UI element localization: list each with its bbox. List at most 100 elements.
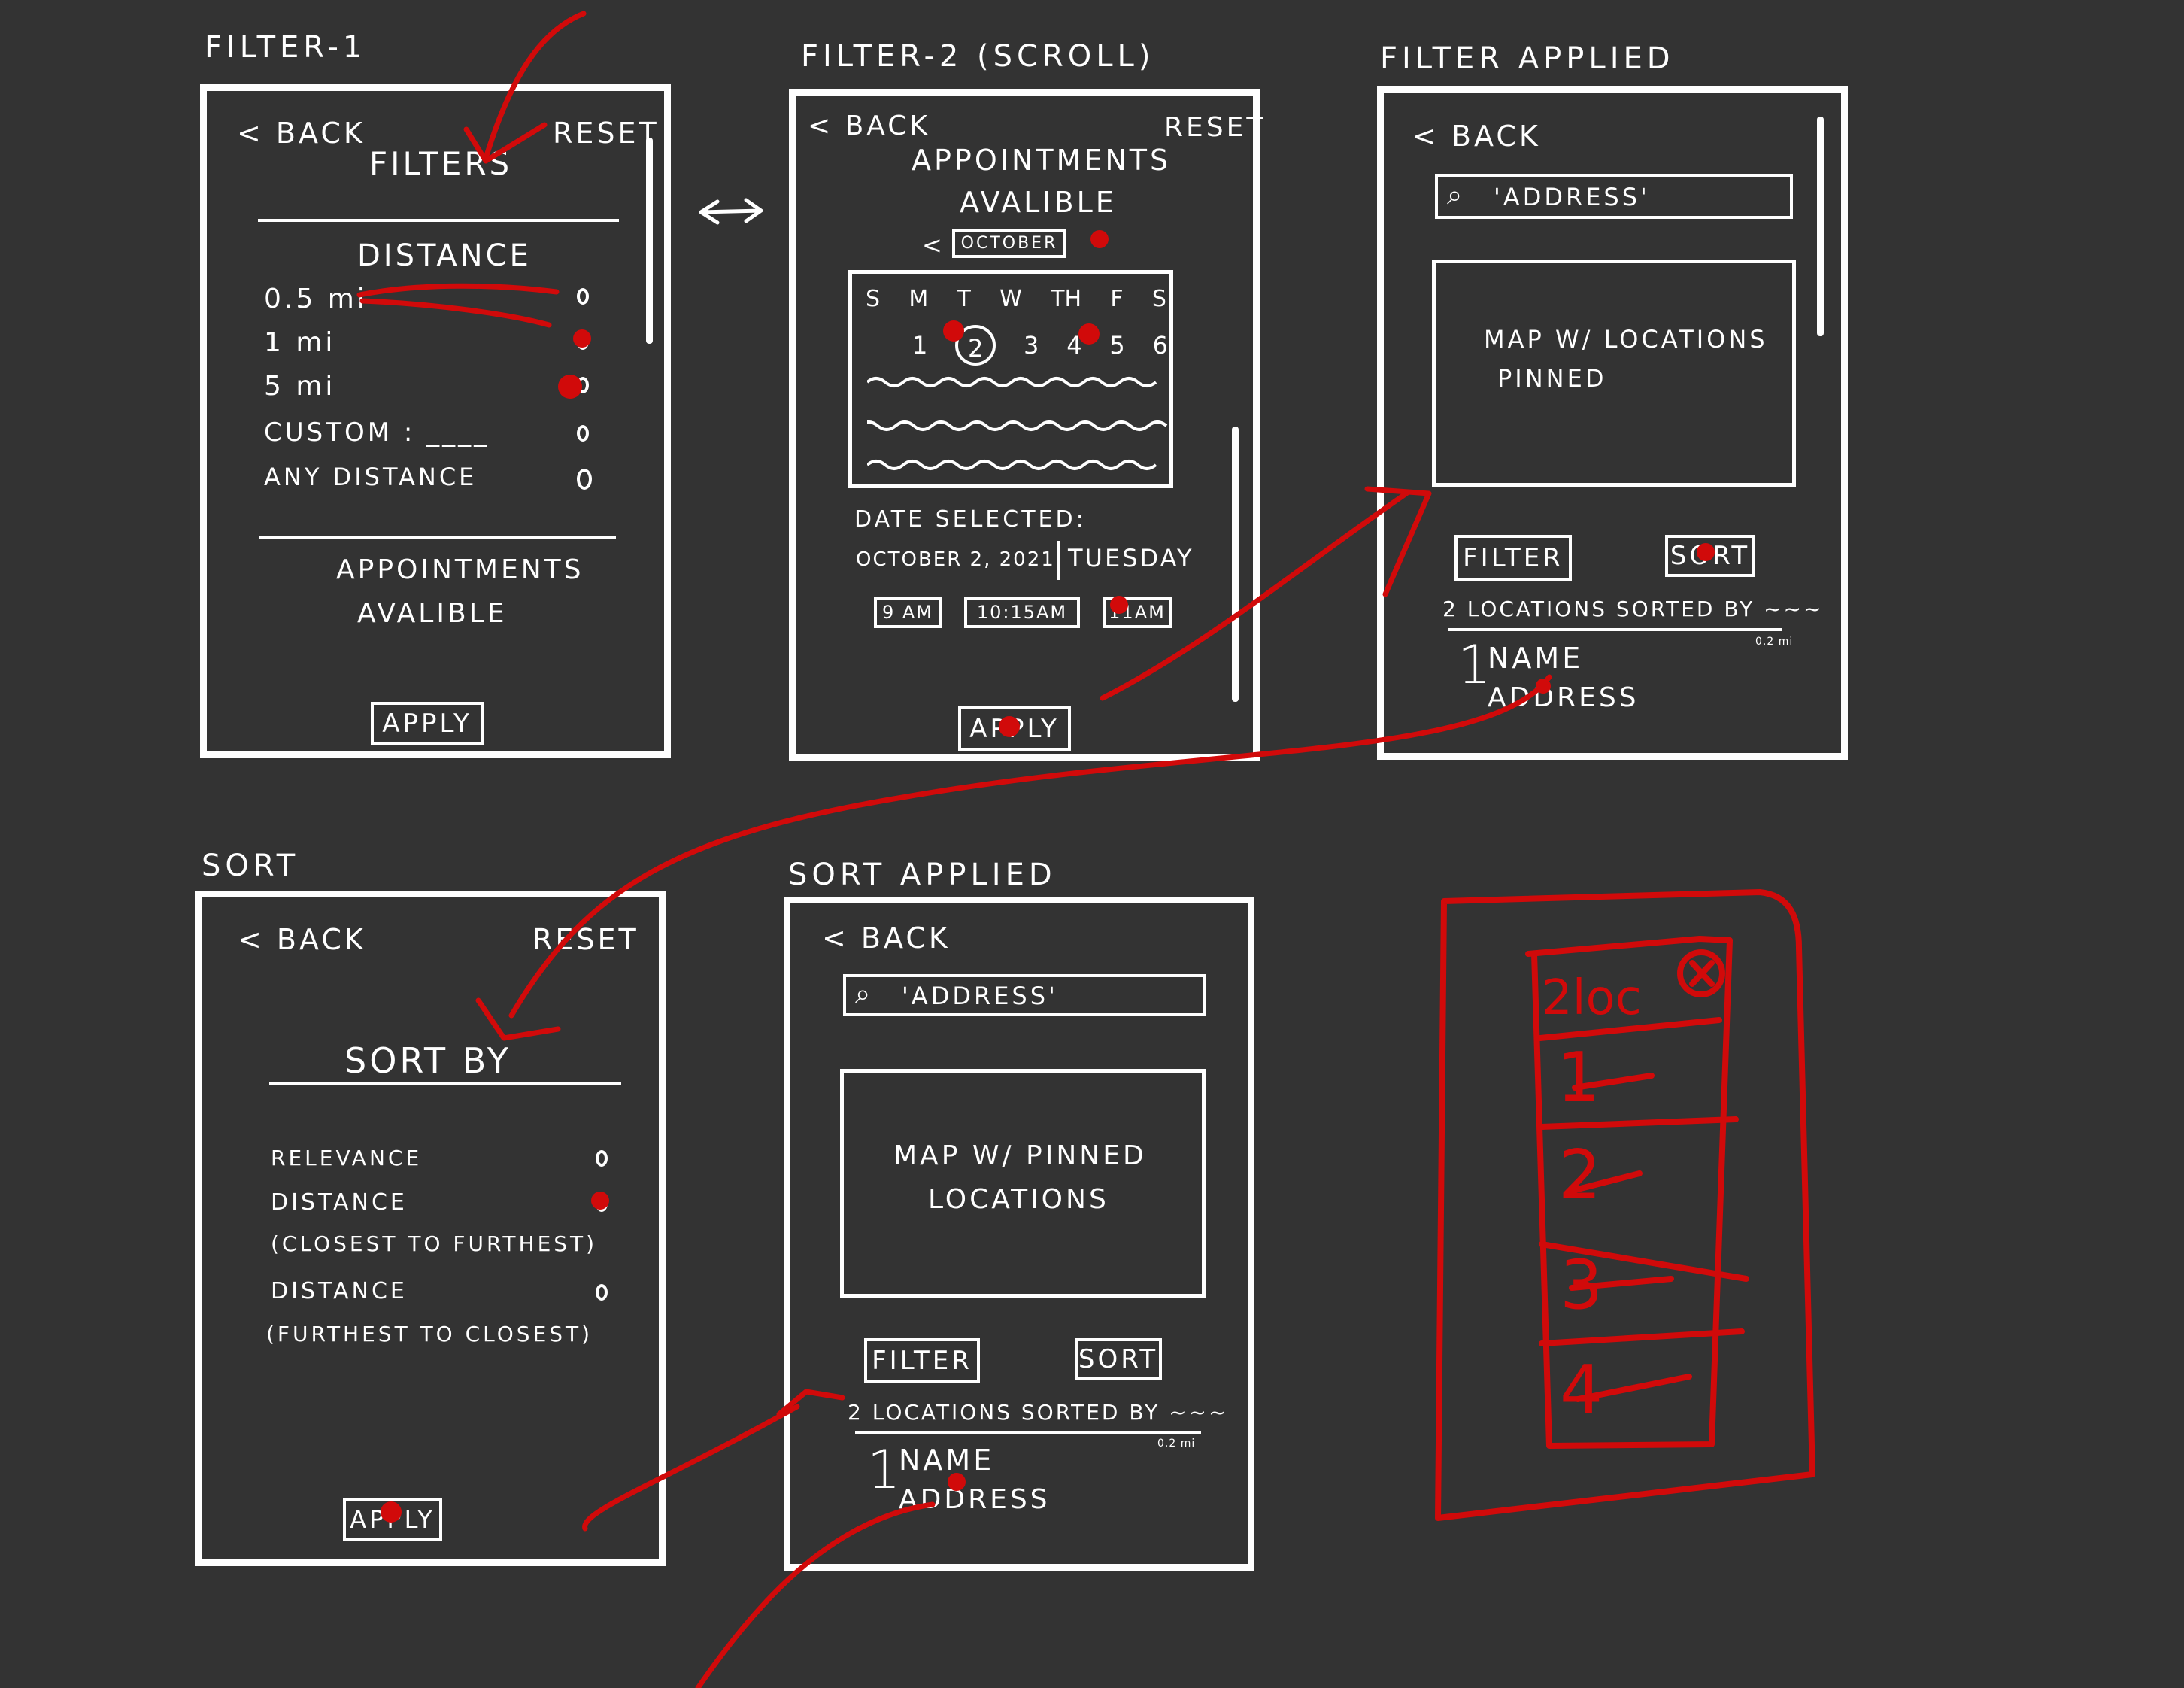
day-cell[interactable]: 3: [1024, 331, 1039, 360]
month-prev-button[interactable]: <: [922, 231, 945, 260]
month-selector[interactable]: OCTOBER: [952, 229, 1066, 258]
day-cell-selected[interactable]: 2: [955, 325, 996, 366]
calendar-placeholder-lines: [867, 377, 1168, 470]
back-button[interactable]: < BACK: [237, 117, 366, 150]
apply-button[interactable]: APPLY: [371, 702, 484, 745]
calendar: S M T W TH F S 1 2 3 4 5 6: [848, 270, 1173, 488]
radio-relevance[interactable]: [596, 1150, 608, 1167]
weekday: W: [999, 286, 1022, 312]
back-button[interactable]: < BACK: [808, 111, 930, 141]
weekday: S: [866, 286, 881, 312]
label-sort: SORT: [202, 849, 300, 883]
result-name[interactable]: NAME: [899, 1444, 994, 1477]
back-button[interactable]: < BACK: [1412, 120, 1541, 153]
radio-1-mi[interactable]: [577, 333, 589, 350]
day-cell[interactable]: 5: [1109, 331, 1124, 360]
radio-5-mi[interactable]: [577, 377, 589, 393]
distance-tag: 0.2 mi: [1157, 1438, 1196, 1450]
distance-heading: DISTANCE: [357, 238, 532, 273]
label-sort-applied: SORT APPLIED: [788, 858, 1057, 892]
option-distance-furthest-detail: (FURTHEST TO CLOSEST): [266, 1322, 593, 1346]
reset-button[interactable]: RESET: [532, 923, 639, 956]
weekday: TH: [1051, 286, 1082, 312]
option-custom: CUSTOM : ____: [264, 417, 490, 448]
weekday: M: [908, 286, 929, 312]
day-row: 1 2 3 4 5 6: [912, 325, 1168, 366]
map[interactable]: MAP W/ PINNED LOCATIONS: [840, 1069, 1206, 1298]
back-button[interactable]: < BACK: [822, 921, 951, 955]
appointments-heading: APPOINTMENTS: [336, 554, 584, 585]
option-0-5-mi: 0.5 mi: [264, 284, 368, 314]
appointments-title: APPOINTMENTS: [912, 144, 1172, 177]
time-slot-button[interactable]: 9 AM: [874, 597, 942, 628]
red-sketch-item-4: 4: [1560, 1351, 1603, 1430]
apply-button[interactable]: APPLY: [958, 706, 1071, 751]
date-selected-label: DATE SELECTED:: [854, 506, 1087, 533]
day-cell[interactable]: 1: [912, 331, 927, 360]
search-input-value: 'ADDRESS': [902, 982, 1058, 1010]
date-value: OCTOBER 2, 2021: [856, 548, 1055, 571]
appointments-heading-2: AVALIBLE: [357, 598, 508, 629]
map[interactable]: MAP W/ LOCATIONS PINNED: [1432, 260, 1796, 487]
map-caption-2: LOCATIONS: [928, 1184, 1109, 1215]
sort-screen: < BACK RESET SORT BY RELEVANCE DISTANCE …: [195, 891, 666, 1566]
radio-distance-furthest[interactable]: [596, 1284, 608, 1301]
search-bar[interactable]: ⌕ 'ADDRESS': [1435, 174, 1793, 219]
day-cell[interactable]: 4: [1066, 331, 1081, 360]
option-1-mi: 1 mi: [264, 327, 336, 358]
result-address: ADDRESS: [899, 1484, 1051, 1515]
weekday: T: [957, 286, 971, 312]
back-button[interactable]: < BACK: [238, 923, 366, 956]
search-bar[interactable]: ⌕ 'ADDRESS': [843, 974, 1206, 1016]
radio-any-distance[interactable]: [577, 469, 592, 490]
search-icon: ⌕: [1447, 180, 1463, 211]
appointments-title-2: AVALIBLE: [960, 186, 1117, 219]
weekday: S: [1151, 286, 1166, 312]
search-icon: ⌕: [855, 979, 871, 1009]
radio-distance-closest[interactable]: [596, 1195, 608, 1212]
distance-tag: 0.2 mi: [1755, 636, 1794, 648]
filter-1-screen: < BACK RESET FILTERS DISTANCE 0.5 mi 1 m…: [200, 84, 671, 758]
search-input-value: 'ADDRESS': [1494, 183, 1650, 211]
time-slot-button[interactable]: 10:15AM: [964, 597, 1080, 628]
option-relevance: RELEVANCE: [271, 1146, 423, 1170]
map-caption-2: PINNED: [1497, 364, 1607, 393]
label-filter-2: FILTER-2 (SCROLL): [801, 39, 1155, 74]
scrollbar[interactable]: [646, 138, 653, 344]
divider: [269, 1082, 621, 1085]
day-cell[interactable]: 6: [1153, 331, 1168, 360]
weekday-row: S M T W TH F S: [866, 286, 1166, 312]
red-sketch-item-2: 2: [1558, 1136, 1602, 1215]
filter-button[interactable]: FILTER: [864, 1338, 980, 1383]
label-filter-applied: FILTER APPLIED: [1380, 41, 1675, 76]
option-any-distance: ANY DISTANCE: [264, 463, 478, 491]
scrollbar[interactable]: [1232, 427, 1239, 702]
sort-button[interactable]: SORT: [1665, 535, 1755, 577]
option-distance-furthest: DISTANCE: [271, 1278, 408, 1304]
reset-button[interactable]: RESET: [1164, 112, 1266, 143]
filter-applied-screen: < BACK ⌕ 'ADDRESS' MAP W/ LOCATIONS PINN…: [1377, 86, 1848, 760]
radio-custom[interactable]: [577, 425, 589, 442]
red-sketch-item-3: 3: [1560, 1246, 1603, 1325]
sort-button[interactable]: SORT: [1075, 1338, 1162, 1380]
divider: [259, 536, 616, 539]
screen-title: FILTERS: [369, 145, 513, 182]
red-sketch-item-1: 1: [1557, 1038, 1600, 1117]
scrollbar[interactable]: [1817, 117, 1824, 336]
filter-button[interactable]: FILTER: [1454, 535, 1572, 581]
option-distance-closest-detail: (CLOSEST TO FURTHEST): [271, 1231, 598, 1256]
map-caption: MAP W/ PINNED: [893, 1140, 1147, 1171]
divider: [1448, 628, 1782, 631]
results-summary: 2 LOCATIONS SORTED BY ~~~: [848, 1400, 1229, 1425]
radio-0-5-mi[interactable]: [577, 288, 589, 305]
divider: [1057, 541, 1060, 580]
time-slot-button-selected[interactable]: 11AM: [1103, 597, 1172, 628]
map-caption: MAP W/ LOCATIONS: [1484, 325, 1768, 354]
result-name[interactable]: NAME: [1488, 642, 1583, 675]
reset-button[interactable]: RESET: [553, 117, 660, 150]
divider: [258, 219, 619, 222]
apply-button[interactable]: APPLY: [343, 1498, 442, 1541]
filter-2-screen: < BACK RESET APPOINTMENTS AVALIBLE < OCT…: [789, 89, 1263, 761]
label-filter-1: FILTER-1: [205, 30, 367, 65]
divider: [855, 1431, 1201, 1434]
